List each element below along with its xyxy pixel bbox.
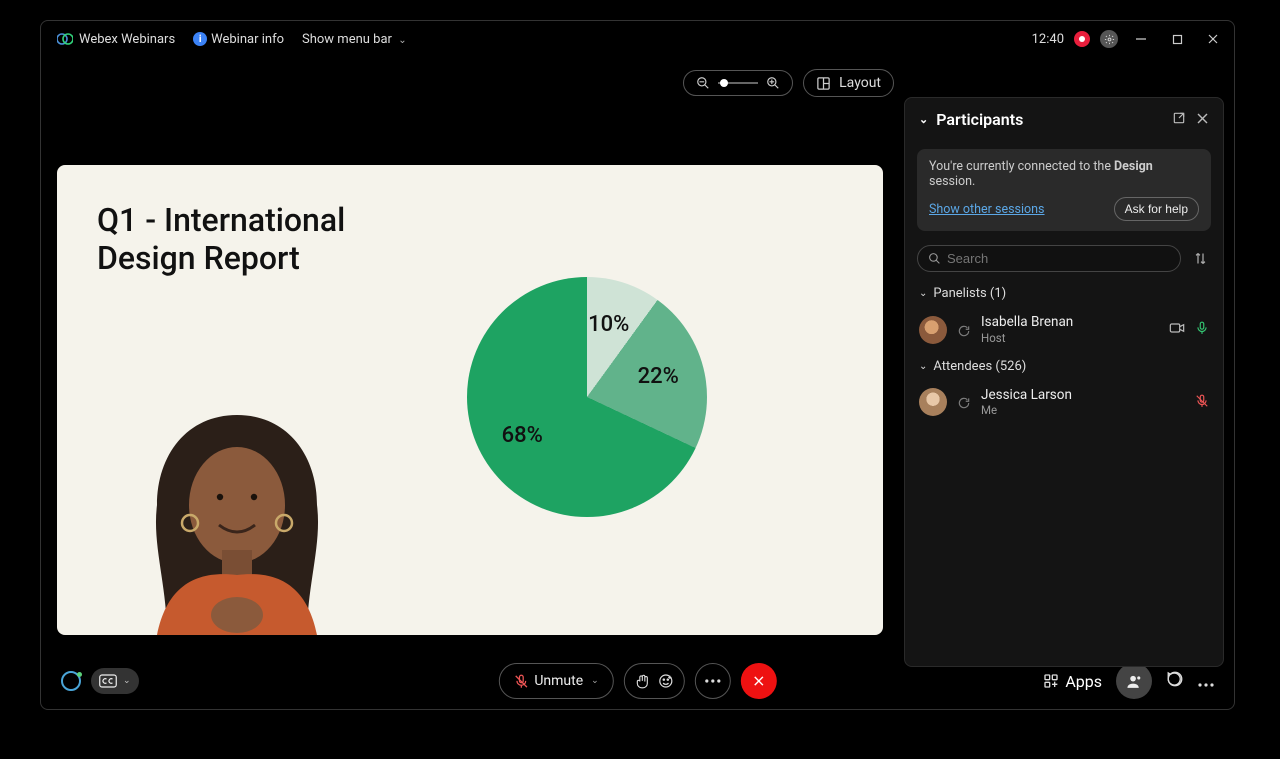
chevron-down-icon: ⌄ [123, 676, 131, 686]
attendees-label: Attendees (526) [933, 359, 1026, 374]
zoom-control[interactable] [683, 70, 793, 96]
app-window: Webex Webinars i Webinar info Show menu … [40, 20, 1235, 710]
search-icon [928, 252, 941, 265]
clock: 12:40 [1032, 32, 1064, 47]
zoom-slider-track[interactable] [718, 82, 758, 84]
presentation-stage: Q1 - International Design Report 68% 22%… [57, 165, 883, 635]
participant-row[interactable]: Isabella Brenan Host [905, 309, 1223, 351]
unmute-button[interactable]: Unmute ⌄ [498, 663, 613, 699]
search-input[interactable] [947, 251, 1170, 266]
zoom-in-icon [766, 76, 780, 90]
participant-role: Host [981, 331, 1073, 345]
closed-caption-button[interactable]: ⌄ [91, 668, 139, 694]
panel-title: Participants [936, 110, 1023, 129]
apps-button[interactable]: Apps [1043, 672, 1102, 691]
camera-icon [1169, 320, 1185, 340]
avatar [919, 388, 947, 416]
more-icon [705, 679, 721, 683]
more-panel-button[interactable] [1198, 672, 1214, 691]
apps-label: Apps [1065, 672, 1102, 691]
webex-logo-icon [57, 31, 73, 47]
window-minimize-icon[interactable] [1128, 27, 1154, 51]
show-menu-bar[interactable]: Show menu bar ⌄ [302, 32, 407, 47]
layout-label: Layout [839, 75, 881, 91]
session-notice-text: You're currently connected to the Design… [929, 159, 1199, 189]
panelists-label: Panelists (1) [933, 286, 1006, 301]
zoom-slider-thumb[interactable] [720, 79, 728, 87]
chevron-down-icon: ⌄ [591, 676, 599, 686]
ask-for-help-button[interactable]: Ask for help [1114, 197, 1199, 221]
chat-icon [1166, 670, 1184, 688]
chevron-down-icon: ⌄ [919, 288, 927, 299]
search-input-wrapper[interactable] [917, 245, 1181, 272]
participants-panel: ⌄ Participants You're currently connecte… [904, 97, 1224, 667]
pie-label-1: 22% [638, 364, 679, 389]
apps-icon [1043, 673, 1059, 689]
view-controls: Layout [683, 69, 894, 97]
show-menu-label: Show menu bar [302, 32, 392, 47]
unmute-label: Unmute [534, 673, 583, 689]
close-icon[interactable] [1196, 110, 1209, 129]
titlebar: Webex Webinars i Webinar info Show menu … [41, 21, 1234, 57]
mic-muted-icon [1195, 393, 1209, 412]
app-name: Webex Webinars [79, 32, 175, 47]
more-icon [1198, 683, 1214, 687]
recording-indicator-icon[interactable] [1074, 31, 1090, 47]
panel-header: ⌄ Participants [905, 98, 1223, 141]
settings-icon[interactable] [1100, 30, 1118, 48]
chevron-down-icon: ⌄ [919, 361, 927, 372]
pie-label-2: 10% [588, 312, 629, 337]
info-icon: i [193, 32, 207, 46]
chevron-down-icon[interactable]: ⌄ [919, 113, 928, 126]
assistant-icon[interactable] [61, 671, 81, 691]
participants-icon [1126, 673, 1143, 690]
layout-button[interactable]: Layout [803, 69, 894, 97]
window-close-icon[interactable] [1200, 27, 1226, 51]
reactions-icon [658, 673, 674, 689]
show-other-sessions-link[interactable]: Show other sessions [929, 202, 1045, 217]
sort-button[interactable] [1189, 248, 1211, 270]
sync-icon [957, 395, 971, 409]
webinar-info-label: Webinar info [211, 32, 284, 47]
layout-icon [816, 76, 831, 91]
leave-call-button[interactable] [741, 663, 777, 699]
participant-row[interactable]: Jessica Larson Me [905, 382, 1223, 424]
raise-hand-icon [635, 674, 650, 689]
participant-name: Jessica Larson [981, 388, 1072, 404]
chevron-down-icon: ⌄ [398, 35, 406, 46]
pie-label-0: 68% [502, 423, 543, 448]
participants-toggle-button[interactable] [1116, 663, 1152, 699]
cc-icon [99, 674, 117, 688]
chat-button[interactable] [1166, 670, 1184, 692]
panelists-group-header[interactable]: ⌄ Panelists (1) [905, 278, 1223, 309]
avatar [919, 316, 947, 344]
webinar-info[interactable]: i Webinar info [193, 32, 284, 47]
session-notice: You're currently connected to the Design… [917, 149, 1211, 231]
raise-hand-button[interactable] [624, 663, 685, 699]
popout-icon[interactable] [1172, 110, 1186, 129]
pie-chart [467, 277, 707, 517]
body-area: Layout Q1 - International Design Report … [41, 57, 1234, 653]
mic-on-icon [1195, 320, 1209, 339]
participant-role: Me [981, 403, 1072, 417]
more-controls-button[interactable] [695, 663, 731, 699]
sync-icon [957, 323, 971, 337]
zoom-out-icon [696, 76, 710, 90]
close-icon [752, 674, 766, 688]
presenter-video [97, 375, 377, 635]
window-maximize-icon[interactable] [1164, 27, 1190, 51]
webex-logo-group: Webex Webinars [57, 31, 175, 47]
mic-muted-icon [513, 674, 528, 689]
attendees-group-header[interactable]: ⌄ Attendees (526) [905, 351, 1223, 382]
slide-title: Q1 - International Design Report [97, 201, 345, 278]
participant-name: Isabella Brenan [981, 315, 1073, 331]
